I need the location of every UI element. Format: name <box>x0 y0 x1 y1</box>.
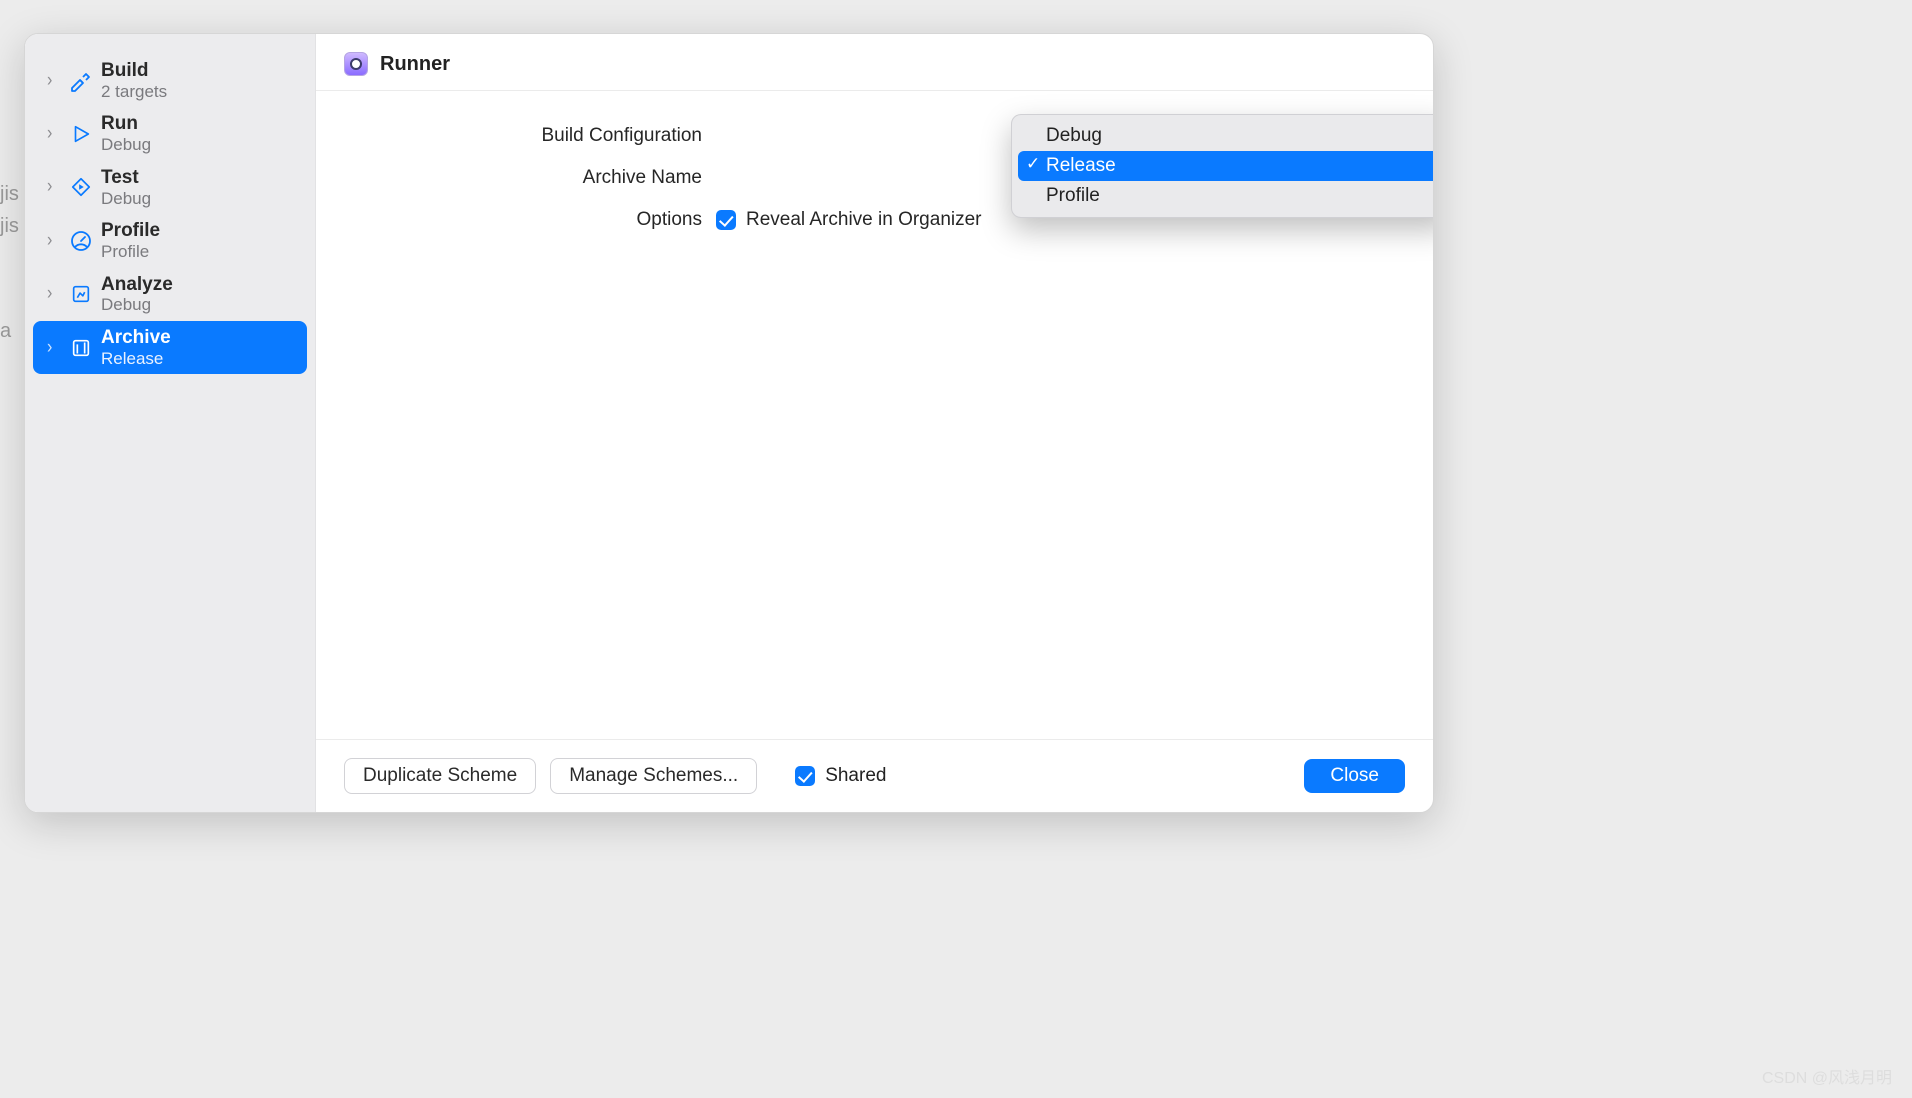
sidebar-subtitle: Debug <box>101 189 151 209</box>
reveal-archive-checkbox[interactable] <box>716 210 736 230</box>
main-header: Runner <box>316 34 1433 91</box>
dropdown-item-profile[interactable]: Profile <box>1018 181 1434 211</box>
sidebar-item-profile[interactable]: › Profile Profile <box>33 214 307 267</box>
chevron-right-icon: › <box>47 70 63 92</box>
main-panel: Runner Build Configuration Archive Name … <box>316 34 1433 812</box>
archive-icon <box>67 334 95 362</box>
chevron-right-icon: › <box>47 123 63 145</box>
chevron-right-icon: › <box>47 283 63 305</box>
analyze-icon <box>67 280 95 308</box>
shared-label: Shared <box>825 765 886 787</box>
sidebar-title: Archive <box>101 327 171 349</box>
manage-schemes-button[interactable]: Manage Schemes... <box>550 758 757 794</box>
sidebar-title: Run <box>101 113 151 135</box>
watermark: CSDN @风浅月明 <box>1762 1064 1892 1088</box>
duplicate-scheme-button[interactable]: Duplicate Scheme <box>344 758 536 794</box>
sidebar-subtitle: 2 targets <box>101 82 167 102</box>
sidebar-item-run[interactable]: › Run Debug <box>33 107 307 160</box>
dialog-footer: Duplicate Scheme Manage Schemes... Share… <box>316 739 1433 812</box>
sidebar-subtitle: Release <box>101 349 171 369</box>
chevron-right-icon: › <box>47 337 63 359</box>
scheme-editor-dialog: › Build 2 targets › Run Debug <box>24 33 1434 813</box>
sidebar-item-build[interactable]: › Build 2 targets <box>33 54 307 107</box>
sidebar: › Build 2 targets › Run Debug <box>25 34 316 812</box>
page-title: Runner <box>380 53 450 76</box>
sidebar-item-archive[interactable]: › Archive Release <box>33 321 307 374</box>
sidebar-subtitle: Debug <box>101 135 151 155</box>
gauge-icon <box>67 227 95 255</box>
sidebar-title: Profile <box>101 220 160 242</box>
label-options: Options <box>376 209 716 231</box>
sidebar-item-test[interactable]: › Test Debug <box>33 161 307 214</box>
label-archive-name: Archive Name <box>376 167 716 189</box>
close-button[interactable]: Close <box>1304 759 1405 793</box>
sidebar-subtitle: Profile <box>101 242 160 262</box>
play-icon <box>67 120 95 148</box>
chevron-right-icon: › <box>47 177 63 199</box>
sidebar-title: Analyze <box>101 274 173 296</box>
dropdown-item-release[interactable]: Release <box>1018 151 1434 181</box>
reveal-archive-label: Reveal Archive in Organizer <box>746 209 982 231</box>
sidebar-subtitle: Debug <box>101 295 173 315</box>
test-icon <box>67 173 95 201</box>
build-configuration-dropdown: Debug Release Profile <box>1011 114 1434 218</box>
runner-app-icon <box>344 52 368 76</box>
sidebar-title: Build <box>101 60 167 82</box>
chevron-right-icon: › <box>47 230 63 252</box>
sidebar-item-analyze[interactable]: › Analyze Debug <box>33 268 307 321</box>
dropdown-item-debug[interactable]: Debug <box>1018 121 1434 151</box>
shared-checkbox[interactable] <box>795 766 815 786</box>
label-build-configuration: Build Configuration <box>376 125 716 147</box>
hammer-icon <box>67 67 95 95</box>
sidebar-title: Test <box>101 167 151 189</box>
